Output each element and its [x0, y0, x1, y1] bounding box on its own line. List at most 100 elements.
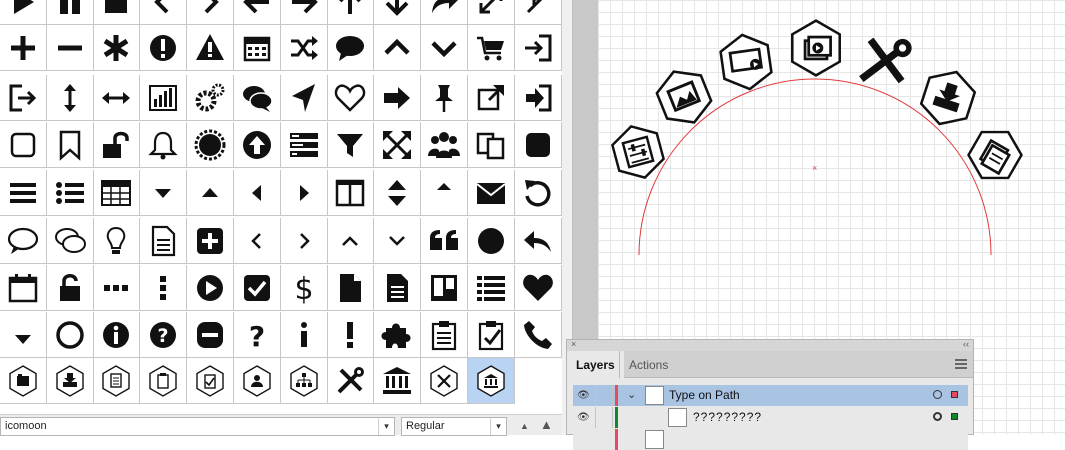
glyph-cell[interactable]: [187, 218, 234, 264]
glyph-cell[interactable]: [327, 312, 375, 358]
glyph-cell[interactable]: [514, 218, 562, 264]
glyph-cell[interactable]: [374, 312, 422, 358]
glyph-cell[interactable]: [187, 25, 234, 71]
glyph-cell[interactable]: [140, 358, 188, 404]
glyph-cell[interactable]: [140, 75, 188, 121]
glyph-cell[interactable]: ?: [140, 312, 188, 358]
glyph-cell[interactable]: [46, 170, 94, 216]
collapse-icon[interactable]: ‹‹: [963, 339, 969, 349]
glyph-cell[interactable]: [234, 265, 281, 311]
glyph-cell[interactable]: [234, 358, 281, 404]
glyph-cell[interactable]: [93, 218, 141, 264]
glyph-cell[interactable]: [421, 312, 468, 358]
small-glyph-size-icon[interactable]: ▲: [520, 421, 529, 431]
glyph-cell[interactable]: [187, 312, 234, 358]
glyph-cell[interactable]: [468, 122, 515, 168]
glyph-cell[interactable]: [280, 358, 328, 404]
chevron-down-icon[interactable]: ▾: [378, 418, 394, 435]
glyph-cell[interactable]: [374, 25, 422, 71]
glyph-cell[interactable]: [187, 122, 234, 168]
chevron-down-icon[interactable]: ▾: [490, 418, 506, 435]
glyph-cell[interactable]: [234, 170, 281, 216]
layers-video-hex-icon[interactable]: [791, 19, 841, 77]
glyph-cell[interactable]: [140, 218, 188, 264]
eye-icon[interactable]: 👁: [577, 390, 590, 401]
glyph-cell[interactable]: [0, 170, 47, 216]
glyph-cell[interactable]: [327, 75, 375, 121]
glyph-cell[interactable]: [0, 25, 47, 71]
glyph-cell[interactable]: [0, 0, 47, 25]
glyph-cell[interactable]: [234, 218, 281, 264]
glyph-cell[interactable]: [93, 0, 141, 25]
glyph-cell[interactable]: [468, 265, 515, 311]
panel-menu-icon[interactable]: [955, 359, 967, 371]
glyph-cell[interactable]: [514, 122, 562, 168]
font-family-select[interactable]: icomoon ▾: [0, 417, 395, 436]
tab-layers[interactable]: Layers: [567, 351, 624, 378]
glyph-cell[interactable]: [468, 170, 515, 216]
eye-icon[interactable]: 👁: [577, 412, 590, 423]
glyph-cell[interactable]: [514, 170, 562, 216]
glyph-cell[interactable]: [514, 312, 562, 358]
glyph-cell[interactable]: [0, 75, 47, 121]
glyph-cell[interactable]: [234, 0, 281, 25]
glyph-cell[interactable]: [46, 0, 94, 25]
glyph-cell[interactable]: [0, 265, 47, 311]
font-style-select[interactable]: Regular ▾: [401, 417, 507, 436]
glyph-cell[interactable]: [234, 75, 281, 121]
glyph-cell[interactable]: [327, 0, 375, 25]
glyph-cell[interactable]: [280, 25, 328, 71]
target-icon[interactable]: [933, 390, 942, 399]
glyph-cell[interactable]: [93, 265, 141, 311]
lock-toggle[interactable]: [595, 385, 613, 406]
layer-row[interactable]: [573, 429, 968, 450]
glyph-cell[interactable]: [280, 218, 328, 264]
glyph-cell[interactable]: [421, 122, 468, 168]
glyph-cell[interactable]: [0, 312, 47, 358]
glyph-cell[interactable]: [514, 75, 562, 121]
layer-row[interactable]: 👁 ?????????: [573, 407, 968, 428]
glyph-cell[interactable]: [0, 218, 47, 264]
glyph-cell[interactable]: [0, 122, 47, 168]
glyph-cell[interactable]: [187, 170, 234, 216]
glyph-cell[interactable]: [421, 75, 468, 121]
tab-actions[interactable]: Actions: [619, 351, 677, 378]
glyph-cell[interactable]: [140, 0, 188, 25]
glyph-cell[interactable]: [468, 218, 515, 264]
glyph-cell[interactable]: [234, 25, 281, 71]
glyph-cell[interactable]: [327, 358, 375, 404]
glyph-cell[interactable]: [46, 75, 94, 121]
glyph-cell[interactable]: [374, 358, 422, 404]
glyph-cell[interactable]: [280, 312, 328, 358]
glyph-cell[interactable]: [187, 358, 234, 404]
glyph-cell[interactable]: [374, 218, 422, 264]
glyph-cell[interactable]: [46, 25, 94, 71]
target-icon[interactable]: [933, 412, 942, 421]
image-hex-icon[interactable]: [652, 63, 716, 131]
glyph-cell[interactable]: [421, 265, 468, 311]
glyph-cell[interactable]: [140, 170, 188, 216]
glyph-cell[interactable]: [327, 122, 375, 168]
large-glyph-size-icon[interactable]: ▲: [540, 417, 553, 432]
glyph-cell[interactable]: [421, 218, 468, 264]
glyph-cell[interactable]: [374, 75, 422, 121]
glyph-cell[interactable]: [468, 25, 515, 71]
glyph-cell[interactable]: [93, 122, 141, 168]
tools-icon[interactable]: [859, 34, 912, 85]
docs-hex-icon[interactable]: [962, 121, 1028, 190]
video-hex-icon[interactable]: [719, 32, 774, 93]
chevron-down-icon[interactable]: ⌄: [627, 388, 636, 401]
glyph-cell[interactable]: [93, 170, 141, 216]
glyph-cell[interactable]: [187, 75, 234, 121]
glyph-cell[interactable]: [46, 358, 94, 404]
glyph-cell[interactable]: [468, 0, 515, 25]
glyph-cell[interactable]: [93, 358, 141, 404]
glyph-cell[interactable]: [421, 170, 468, 216]
glyph-cell[interactable]: [93, 25, 141, 71]
lock-toggle[interactable]: [595, 407, 613, 428]
glyph-cell[interactable]: [421, 0, 468, 25]
layer-row[interactable]: 👁 ⌄ Type on Path: [573, 385, 968, 406]
glyph-cell[interactable]: [46, 265, 94, 311]
glyph-cell[interactable]: [327, 25, 375, 71]
glyph-cell[interactable]: [374, 122, 422, 168]
